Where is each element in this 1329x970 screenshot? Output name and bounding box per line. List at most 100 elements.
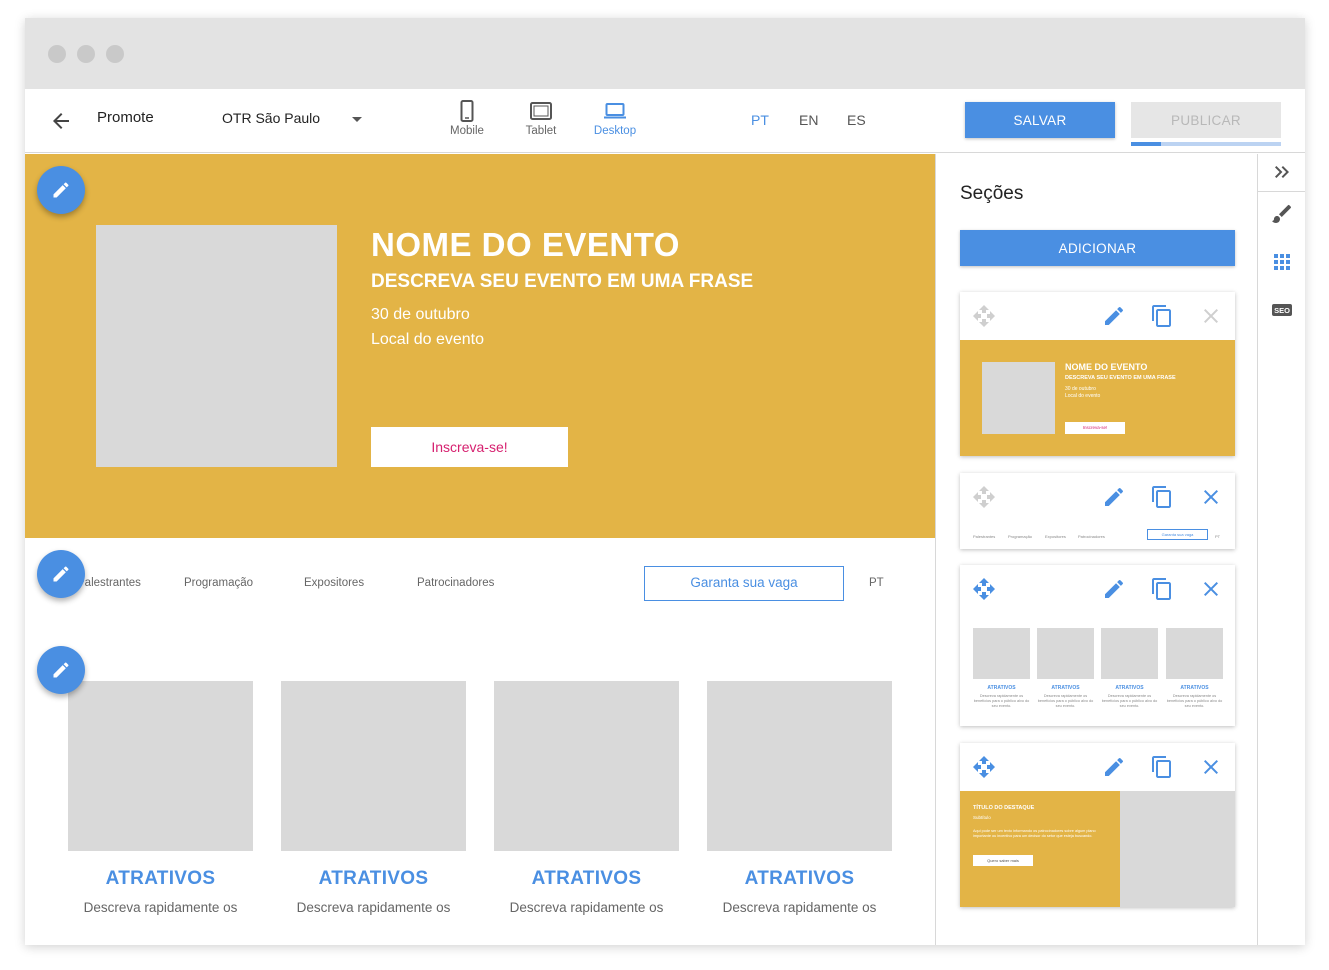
- close-icon[interactable]: [1199, 755, 1223, 779]
- lang-es[interactable]: ES: [847, 112, 866, 128]
- lang-en[interactable]: EN: [799, 112, 818, 128]
- hero-preview-title: NOME DO EVENTO: [1065, 362, 1148, 372]
- section-card-toolbar: [960, 565, 1235, 613]
- attraction-image-3[interactable]: [494, 681, 679, 851]
- section-card-highlight[interactable]: TÍTULO DO DESTAQUE Subtítulo Aqui pode s…: [960, 743, 1235, 907]
- lang-pt[interactable]: PT: [751, 112, 769, 128]
- collapse-icon[interactable]: [1270, 160, 1294, 184]
- attraction-image-4[interactable]: [707, 681, 892, 851]
- device-mobile-button[interactable]: Mobile: [437, 99, 497, 145]
- hero-preview-location: Local do evento: [1065, 393, 1101, 399]
- section-card-hero[interactable]: NOME DO EVENTO DESCREVA SEU EVENTO EM UM…: [960, 292, 1235, 456]
- seo-icon-label: SEO: [1274, 306, 1290, 315]
- section-card-toolbar: [960, 292, 1235, 340]
- window-chrome: [25, 18, 1305, 89]
- section-card-nav[interactable]: Palestrantes Programação Expositores Pat…: [960, 473, 1235, 549]
- attr-preview-title-4: ATRATIVOS: [1180, 685, 1209, 691]
- move-icon[interactable]: [972, 304, 996, 328]
- move-icon[interactable]: [972, 485, 996, 509]
- edit-nav-fab[interactable]: [37, 550, 85, 598]
- window-minimize-dot[interactable]: [77, 45, 95, 63]
- desktop-icon: [604, 103, 626, 119]
- attraction-title-1: ATRATIVOS: [105, 868, 216, 889]
- highlight-preview-image: [1120, 791, 1235, 907]
- highlight-preview-subtitle: Subtítulo: [973, 815, 991, 820]
- close-icon[interactable]: [1199, 304, 1223, 328]
- dropdown-caret-icon: [352, 117, 362, 122]
- nav-preview-link-4: Patrocinadores: [1078, 534, 1105, 539]
- hero-section: NOME DO EVENTO DESCREVA SEU EVENTO EM UM…: [25, 154, 935, 538]
- seo-icon[interactable]: SEO: [1270, 298, 1294, 322]
- nav-cta-button[interactable]: Garanta sua vaga: [644, 566, 844, 601]
- attraction-image-1[interactable]: [68, 681, 253, 851]
- edit-attractions-fab[interactable]: [37, 646, 85, 694]
- save-button[interactable]: SALVAR: [965, 102, 1115, 138]
- attr-preview-title-2: ATRATIVOS: [1051, 685, 1080, 691]
- back-arrow-icon[interactable]: [49, 109, 73, 133]
- attraction-image-2[interactable]: [281, 681, 466, 851]
- pencil-icon[interactable]: [1102, 485, 1126, 509]
- hero-register-button[interactable]: Inscreva-se!: [371, 427, 568, 467]
- tools-rail: SEO: [1257, 154, 1305, 945]
- attr-preview-image-2: [1037, 628, 1094, 679]
- nav-link-expositores[interactable]: Expositores: [304, 577, 364, 589]
- sections-panel: Seções ADICIONAR NOME DO EVENTO DESCREVA…: [935, 154, 1257, 945]
- duplicate-icon[interactable]: [1150, 485, 1174, 509]
- duplicate-icon[interactable]: [1150, 755, 1174, 779]
- window-maximize-dot[interactable]: [106, 45, 124, 63]
- hero-image-placeholder[interactable]: [96, 225, 337, 467]
- nav-preview-link-3: Expositores: [1045, 534, 1066, 539]
- nav-preview-button: Garanta sua vaga: [1147, 529, 1208, 540]
- device-tablet-label: Tablet: [525, 125, 557, 137]
- grid-icon[interactable]: [1270, 250, 1294, 274]
- hero-preview-date: 30 de outubro: [1065, 386, 1096, 392]
- attr-preview-desc-3: Descreva rapidamente os benefícios para …: [1101, 694, 1158, 708]
- nav-link-programacao[interactable]: Programação: [184, 577, 253, 589]
- hero-location: Local do evento: [371, 331, 484, 348]
- move-icon[interactable]: [972, 577, 996, 601]
- tablet-icon: [530, 102, 552, 120]
- mobile-icon: [460, 100, 474, 122]
- attraction-desc-2: Descreva rapidamente os: [296, 900, 451, 915]
- publish-progress-fill: [1131, 142, 1161, 146]
- device-tablet-button[interactable]: Tablet: [511, 99, 571, 145]
- highlight-preview-button: Quero saber mais: [973, 855, 1033, 866]
- pencil-icon[interactable]: [1102, 577, 1126, 601]
- hero-preview: NOME DO EVENTO DESCREVA SEU EVENTO EM UM…: [960, 340, 1235, 456]
- duplicate-icon[interactable]: [1150, 577, 1174, 601]
- nav-link-palestrantes[interactable]: Palestrantes: [77, 577, 141, 589]
- event-selector-value: OTR São Paulo: [222, 110, 321, 126]
- attr-preview-desc-4: Descreva rapidamente os benefícios para …: [1166, 694, 1223, 708]
- brush-icon[interactable]: [1270, 202, 1294, 226]
- hero-date: 30 de outubro: [371, 306, 470, 323]
- attr-preview-desc-1: Descreva rapidamente os benefícios para …: [973, 694, 1030, 708]
- hero-subtitle: DESCREVA SEU EVENTO EM UMA FRASE: [371, 271, 754, 292]
- nav-link-patrocinadores[interactable]: Patrocinadores: [417, 577, 494, 589]
- section-card-attractions[interactable]: ATRATIVOS ATRATIVOS ATRATIVOS ATRATIVOS …: [960, 565, 1235, 726]
- pencil-icon: [53, 566, 69, 582]
- highlight-preview-text: Aqui pode ser um texto informando os pat…: [973, 829, 1096, 838]
- browser-window: Promote OTR São Paulo Mobile Tablet Desk…: [25, 18, 1305, 945]
- add-section-button[interactable]: ADICIONAR: [960, 230, 1235, 266]
- pencil-icon[interactable]: [1102, 755, 1126, 779]
- device-desktop-label: Desktop: [593, 125, 637, 137]
- nav-preview-link-1: Palestrantes: [973, 534, 996, 539]
- app-title: Promote: [97, 109, 154, 126]
- pencil-icon[interactable]: [1102, 304, 1126, 328]
- attraction-desc-1: Descreva rapidamente os: [83, 900, 238, 915]
- window-close-dot[interactable]: [48, 45, 66, 63]
- pencil-icon: [53, 662, 69, 678]
- nav-lang[interactable]: PT: [869, 577, 884, 589]
- panel-title: Seções: [960, 183, 1024, 204]
- publish-button[interactable]: PUBLICAR: [1131, 102, 1281, 138]
- event-selector[interactable]: OTR São Paulo: [222, 110, 362, 132]
- editor-toolbar: Promote OTR São Paulo Mobile Tablet Desk…: [25, 89, 1305, 153]
- attr-preview-title-3: ATRATIVOS: [1115, 685, 1144, 691]
- close-icon[interactable]: [1199, 577, 1223, 601]
- device-desktop-button[interactable]: Desktop: [585, 99, 645, 145]
- attraction-title-4: ATRATIVOS: [744, 868, 855, 889]
- close-icon[interactable]: [1199, 485, 1223, 509]
- move-icon[interactable]: [972, 755, 996, 779]
- edit-hero-fab[interactable]: [37, 166, 85, 214]
- duplicate-icon[interactable]: [1150, 304, 1174, 328]
